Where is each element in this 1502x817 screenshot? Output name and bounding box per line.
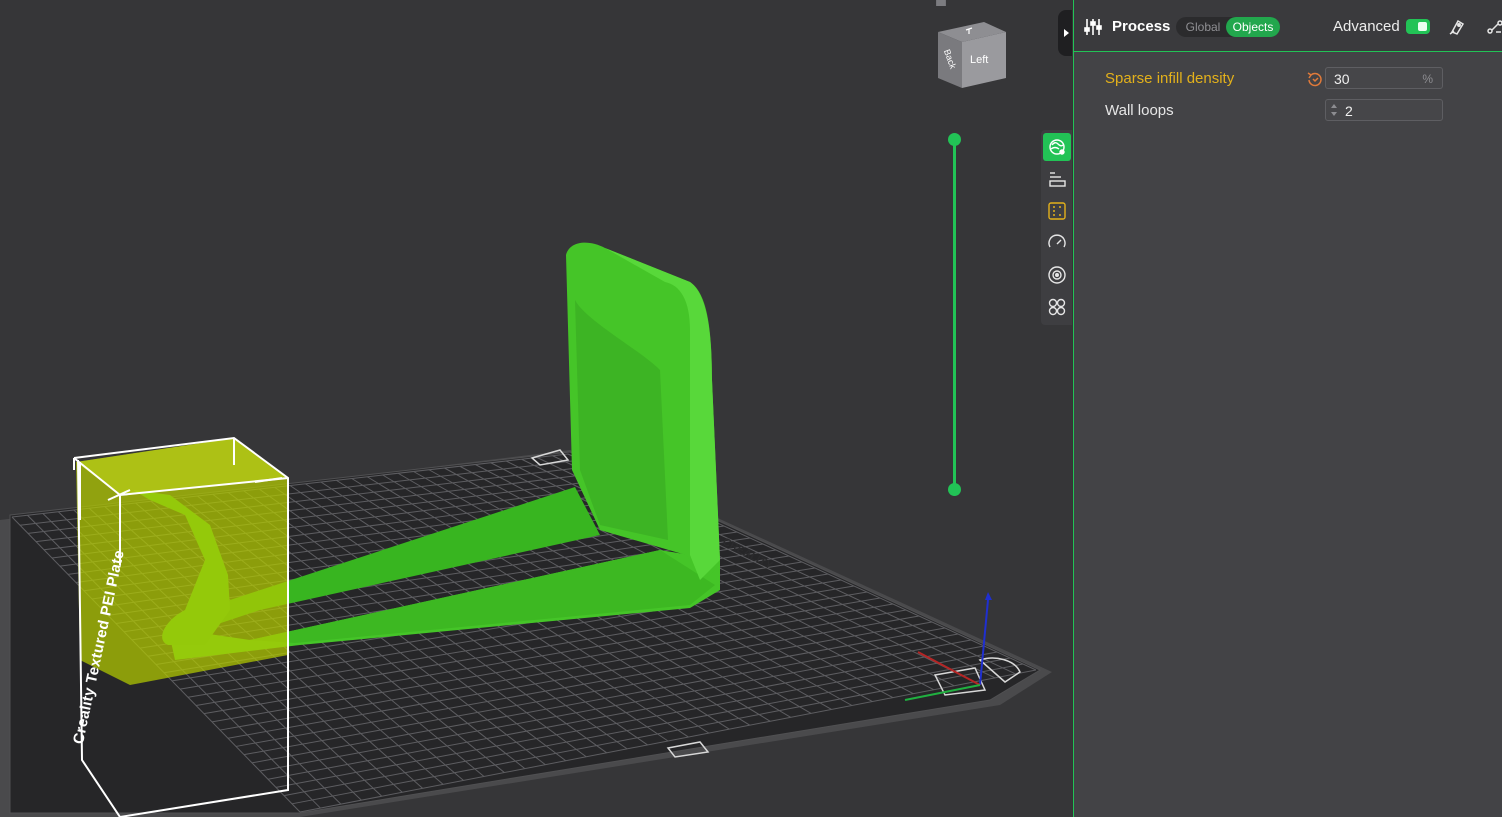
layer-slider-top-thumb[interactable] [948, 133, 961, 146]
settings-link-icon[interactable] [1486, 18, 1502, 36]
layer-slider[interactable] [944, 130, 966, 500]
advanced-toggle[interactable] [1406, 19, 1430, 34]
param-label-sparse-infill-density: Sparse infill density [1105, 70, 1235, 87]
sparse-infill-density-input[interactable]: 30 % [1325, 67, 1443, 89]
panel-header: Process Global Objects Advanced [1074, 0, 1502, 52]
param-label-wall-loops: Wall loops [1105, 102, 1174, 119]
quality-icon[interactable] [1043, 133, 1071, 161]
3d-viewport[interactable]: Creality Textured PEI Plate CREALITY Lef… [0, 0, 1072, 817]
reset-value-icon[interactable] [1306, 71, 1323, 88]
panel-title: Process [1112, 18, 1171, 35]
wall-loops-stepper[interactable]: 2 [1325, 99, 1443, 121]
scope-toggle[interactable]: Global Objects [1176, 17, 1280, 37]
strength-icon[interactable] [1043, 165, 1071, 193]
sparse-infill-density-value[interactable]: 30 [1334, 71, 1350, 87]
view-cube[interactable]: Left Back [936, 20, 1008, 92]
support-icon[interactable] [1043, 197, 1071, 225]
sparse-infill-density-unit: % [1422, 72, 1433, 86]
process-settings-panel: Process Global Objects Advanced Sparse i… [1073, 0, 1502, 817]
layer-slider-bottom-thumb[interactable] [948, 483, 961, 496]
stepper-arrows-icon[interactable] [1330, 103, 1338, 117]
process-icon [1084, 19, 1102, 35]
compare-icon[interactable] [1448, 18, 1466, 36]
wall-loops-value[interactable]: 2 [1345, 103, 1353, 119]
others-icon[interactable] [1043, 293, 1071, 321]
parameter-category-toolbar [1041, 130, 1072, 325]
collapse-sidebar-button[interactable] [1058, 10, 1072, 56]
layer-slider-track[interactable] [953, 140, 956, 490]
speed-icon[interactable] [1043, 229, 1071, 257]
view-cube-left-label[interactable]: Left [970, 54, 988, 66]
param-row-sparse-infill-density: Sparse infill density 30 % [1074, 67, 1502, 91]
multimaterial-icon[interactable] [1043, 261, 1071, 289]
advanced-label: Advanced [1333, 18, 1400, 35]
scene-canvas[interactable] [0, 0, 1072, 817]
param-row-wall-loops: Wall loops 2 [1074, 99, 1502, 123]
scope-objects-option[interactable]: Objects [1226, 17, 1280, 37]
scope-global-option[interactable]: Global [1180, 17, 1226, 37]
